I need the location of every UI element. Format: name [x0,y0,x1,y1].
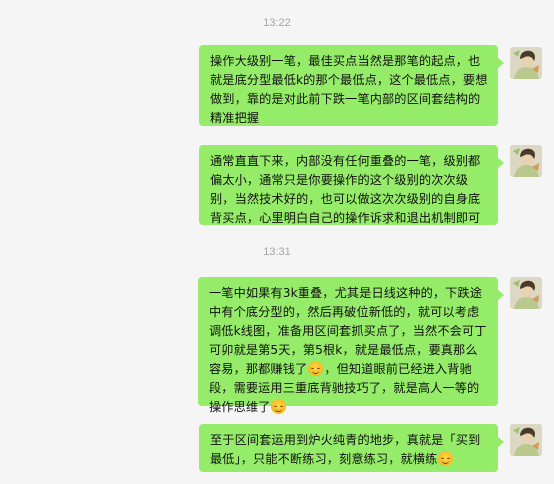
timestamp: 13:22 [263,17,291,29]
grin-sweat-emoji-icon [308,361,324,376]
user-avatar-icon[interactable] [510,145,542,177]
user-avatar-icon[interactable] [510,47,542,79]
user-avatar-icon[interactable] [510,277,542,309]
message-bubble[interactable]: 操作大级别一笔，最佳买点当然是那笔的起点，也就是底分型最低k的那个最低点，这个最… [199,45,504,126]
user-avatar-icon[interactable] [510,424,542,456]
message-text: 操作大级别一笔，最佳买点当然是那笔的起点，也就是底分型最低k的那个最低点，这个最… [210,54,488,125]
message-bubble[interactable]: 通常直直下来，内部没有任何重叠的一笔，级别都偏太小，通常只是你要操作的这个级别的… [199,145,504,225]
message-bubble[interactable]: 一笔中如果有3k重叠，尤其是日线这种的，下跌途中有个底分型的，然后再破位新低的，… [198,277,504,414]
tongue-out-emoji-icon [438,451,454,466]
message-text: 通常直直下来，内部没有任何重叠的一笔，级别都偏太小，通常只是你要操作的这个级别的… [210,154,481,225]
timestamp: 13:31 [263,246,291,258]
smirk-emoji-icon [271,399,287,414]
message-bubble[interactable]: 至于区间套运用到炉火纯青的地步，真就是「买到最低」，只能不断练习，刻意练习，就横… [199,424,504,472]
